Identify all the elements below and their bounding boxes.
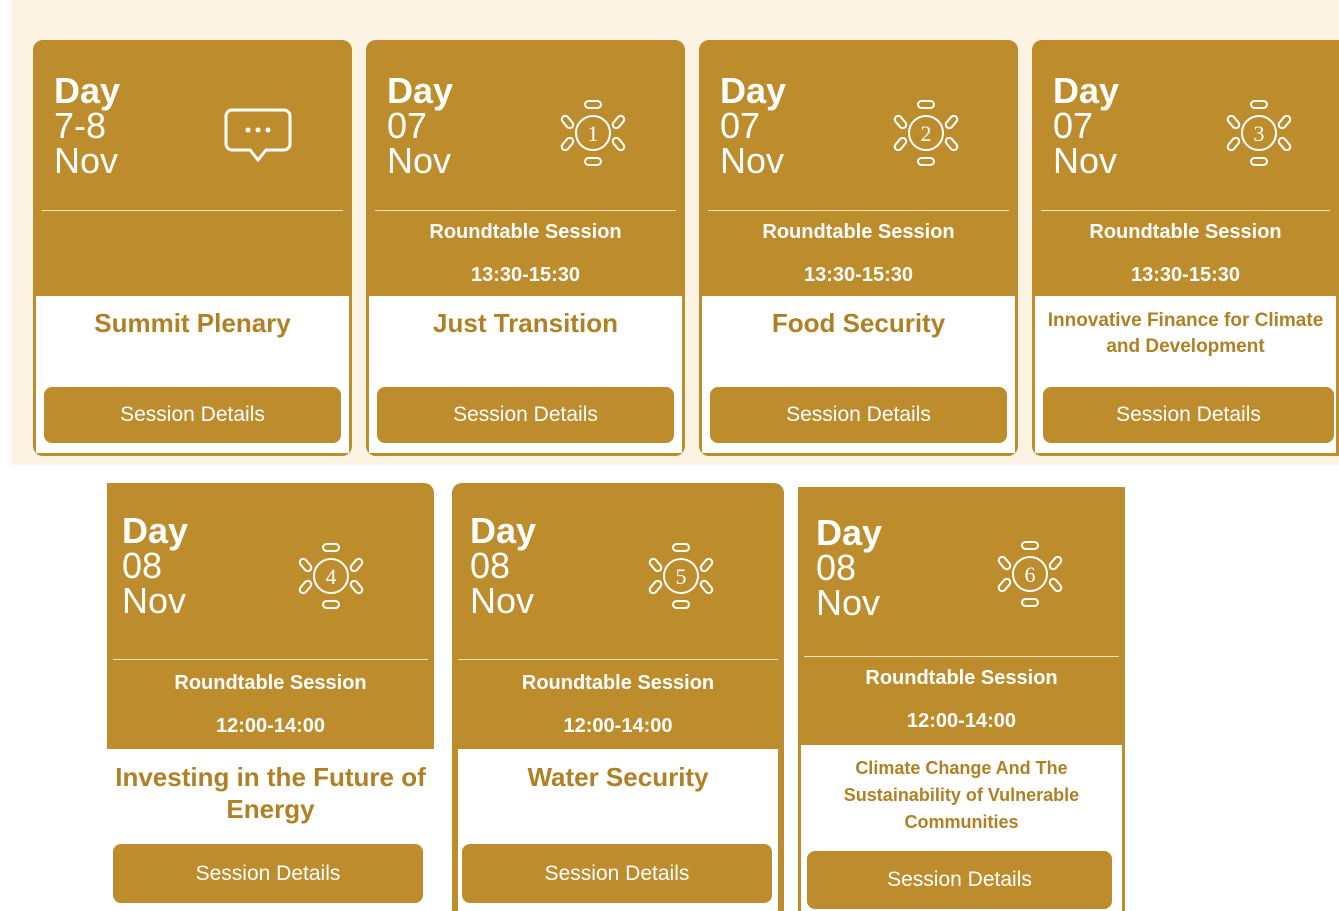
session-title: Innovative Finance for Climate and Devel… <box>1047 310 1324 357</box>
month-value: Nov <box>720 140 785 181</box>
month-value: Nov <box>470 580 535 621</box>
divider <box>708 210 1009 211</box>
session-card: Day 07 Nov 3 Roundtable Session 13:30-15… <box>1032 40 1339 456</box>
date-block: Day 07 Nov <box>1053 73 1119 181</box>
session-card: Day 08 Nov 6 Roundtable Session 12:00-14… <box>798 487 1125 911</box>
table-number: 6 <box>1025 562 1036 587</box>
session-details-button[interactable]: Session Details <box>1043 387 1334 443</box>
table-number: 2 <box>921 121 932 146</box>
roundtable-icon: 3 <box>1226 100 1292 166</box>
session-type: Roundtable Session <box>521 672 715 694</box>
session-card: Day 07 Nov 2 Roundtable Session 13:30-15… <box>699 40 1018 456</box>
session-card: Day 08 Nov 4 Roundtable Session 12:00-14… <box>107 483 434 911</box>
month-value: Nov <box>816 582 881 623</box>
month-value: Nov <box>1053 140 1118 181</box>
session-time: 13:30-15:30 <box>471 264 580 286</box>
session-details-button[interactable]: Session Details <box>462 844 772 903</box>
roundtable-icon: 1 <box>560 100 626 166</box>
date-block: Day 08 Nov <box>470 513 536 621</box>
table-number: 5 <box>676 564 687 589</box>
date-block: Day 08 Nov <box>816 515 882 623</box>
table-number: 4 <box>326 564 337 589</box>
session-time: 12:00-14:00 <box>216 715 325 737</box>
divider <box>42 210 343 211</box>
session-type: Roundtable Session <box>865 667 1058 689</box>
roundtable-icon: 2 <box>893 100 959 166</box>
divider <box>113 659 428 660</box>
session-time: 12:00-14:00 <box>907 710 1016 732</box>
session-details-button[interactable]: Session Details <box>807 851 1112 909</box>
month-value: Nov <box>54 140 119 181</box>
divider <box>1041 210 1330 211</box>
session-type: Roundtable Session <box>762 221 955 243</box>
session-type: Roundtable Session <box>1089 221 1282 243</box>
session-time: 12:00-14:00 <box>563 715 673 737</box>
session-title: Food Security <box>771 308 946 338</box>
session-card: Day 08 Nov 5 Roundtable Session 12:00-14… <box>452 483 784 911</box>
session-title: Climate Change And The Sustainability of… <box>843 758 1080 832</box>
chat-bubble-icon <box>224 108 292 163</box>
session-time: 13:30-15:30 <box>1131 264 1240 286</box>
month-value: Nov <box>122 580 187 621</box>
session-title: Water Security <box>527 762 709 792</box>
table-number: 1 <box>588 121 599 146</box>
session-details-button[interactable]: Session Details <box>44 387 341 443</box>
session-details-button[interactable]: Session Details <box>710 387 1007 443</box>
date-block: Day 07 Nov <box>387 73 453 181</box>
session-title: Investing in the Future of Energy <box>115 762 426 824</box>
session-details-button[interactable]: Session Details <box>377 387 674 443</box>
date-block: Day 7-8 Nov <box>54 73 120 181</box>
date-block: Day 08 Nov <box>122 513 188 621</box>
date-block: Day 07 Nov <box>720 73 786 181</box>
table-number: 3 <box>1254 121 1265 146</box>
session-card: Day 7-8 Nov Summit Plenary Session Detai… <box>33 40 352 456</box>
session-card: Day 07 Nov 1 Roundtable Session 13:30-15… <box>366 40 685 456</box>
divider <box>458 659 778 660</box>
session-time: 13:30-15:30 <box>804 264 913 286</box>
session-details-button[interactable]: Session Details <box>113 844 423 903</box>
session-title: Summit Plenary <box>94 308 291 338</box>
roundtable-icon: 5 <box>648 543 714 609</box>
roundtable-icon: 4 <box>298 543 364 609</box>
month-value: Nov <box>387 140 452 181</box>
divider <box>375 210 676 211</box>
divider <box>804 656 1119 657</box>
roundtable-icon: 6 <box>997 541 1063 607</box>
session-type: Roundtable Session <box>429 221 622 243</box>
session-title: Just Transition <box>433 308 618 338</box>
session-type: Roundtable Session <box>174 672 367 694</box>
